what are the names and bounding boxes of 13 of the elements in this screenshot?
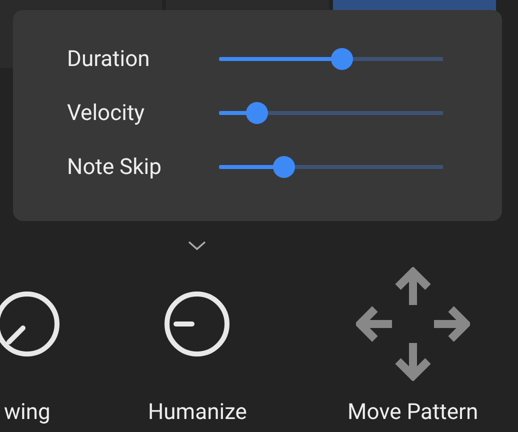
chevron-down-icon[interactable] — [187, 240, 208, 252]
move-arrows-icon[interactable] — [356, 267, 470, 381]
slider-thumb[interactable] — [272, 156, 295, 178]
slider-thumb[interactable] — [331, 48, 354, 70]
slider-thumb[interactable] — [246, 102, 268, 124]
knob-icon[interactable] — [0, 290, 62, 358]
knob-icon[interactable] — [163, 290, 232, 358]
tool-label: Move Pattern — [348, 400, 478, 425]
slider-label: Note Skip — [67, 154, 162, 180]
tool-label: Humanize — [148, 400, 247, 425]
slider-label: Duration — [67, 46, 151, 72]
slider-label: Velocity — [67, 100, 146, 126]
tool-label: wing — [4, 400, 50, 425]
